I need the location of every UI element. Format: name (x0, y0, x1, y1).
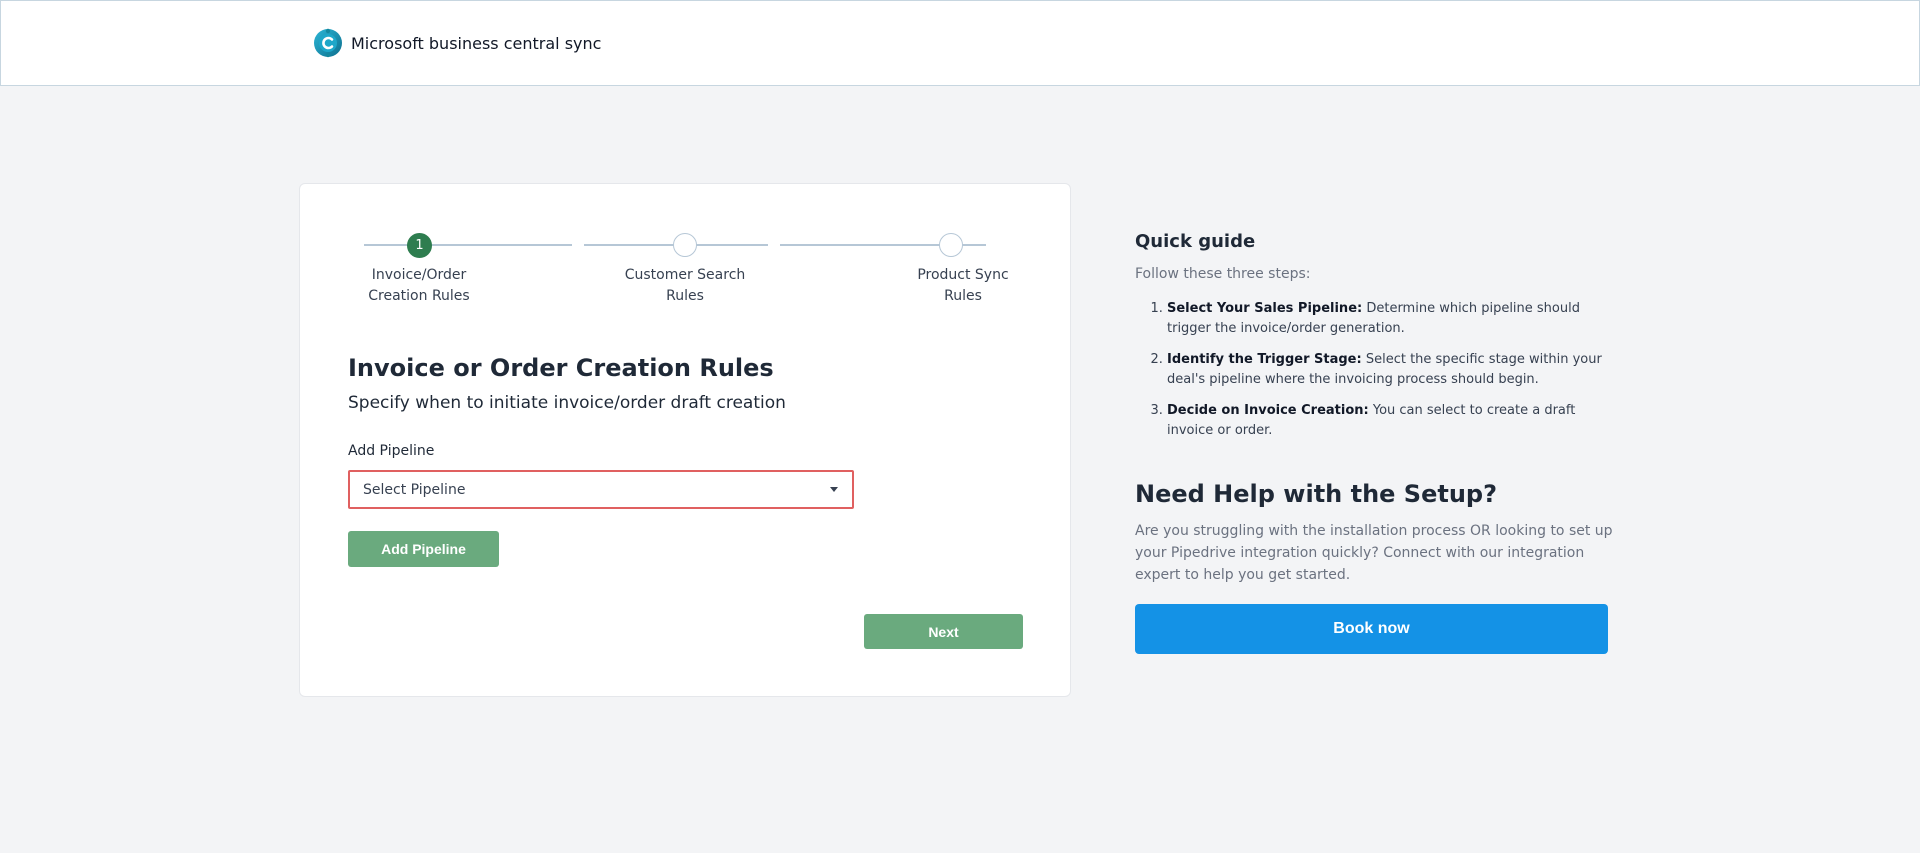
quick-guide-title: Quick guide (1135, 231, 1256, 252)
guide-step: Decide on Invoice Creation: You can sele… (1167, 401, 1615, 441)
guide-step-heading: Select Your Sales Pipeline: (1167, 301, 1363, 316)
step-1-indicator[interactable]: 1 (407, 233, 432, 258)
step-1-number: 1 (415, 238, 424, 253)
pipeline-select-value: Select Pipeline (363, 481, 466, 498)
pipeline-field-label: Add Pipeline (348, 443, 435, 459)
caret-down-icon (830, 487, 838, 492)
quick-guide-intro: Follow these three steps: (1135, 266, 1311, 282)
guide-step-heading: Identify the Trigger Stage: (1167, 352, 1362, 367)
top-bar: Microsoft business central sync (0, 0, 1920, 86)
add-pipeline-button[interactable]: Add Pipeline (348, 531, 499, 567)
app-name: Microsoft business central sync (351, 33, 602, 53)
quick-guide-steps: Select Your Sales Pipeline: Determine wh… (1135, 299, 1615, 452)
guide-step: Identify the Trigger Stage: Select the s… (1167, 350, 1615, 390)
step-1-label: Invoice/Order Creation Rules (368, 267, 470, 304)
form-title: Invoice or Order Creation Rules (348, 354, 774, 382)
business-central-logo-icon (314, 28, 342, 58)
guide-step-heading: Decide on Invoice Creation: (1167, 403, 1369, 418)
next-button[interactable]: Next (864, 614, 1023, 649)
step-3-indicator[interactable] (939, 233, 963, 257)
help-text: Are you struggling with the installation… (1135, 523, 1613, 583)
brand[interactable]: Microsoft business central sync (313, 27, 601, 59)
form-subtitle: Specify when to initiate invoice/order d… (348, 393, 786, 413)
book-now-button[interactable]: Book now (1135, 604, 1608, 654)
help-title: Need Help with the Setup? (1135, 480, 1498, 508)
step-2-label: Customer Search Rules (624, 267, 746, 304)
stepper-line-1 (364, 244, 572, 246)
setup-card: 1 Invoice/Order Creation Rules Customer … (299, 183, 1071, 697)
stepper: 1 Invoice/Order Creation Rules Customer … (300, 184, 1072, 304)
step-2-indicator[interactable] (673, 233, 697, 257)
guide-step: Select Your Sales Pipeline: Determine wh… (1167, 299, 1615, 339)
step-3-label: Product Sync Rules (917, 267, 1009, 304)
pipeline-select[interactable]: Select Pipeline (348, 470, 854, 509)
